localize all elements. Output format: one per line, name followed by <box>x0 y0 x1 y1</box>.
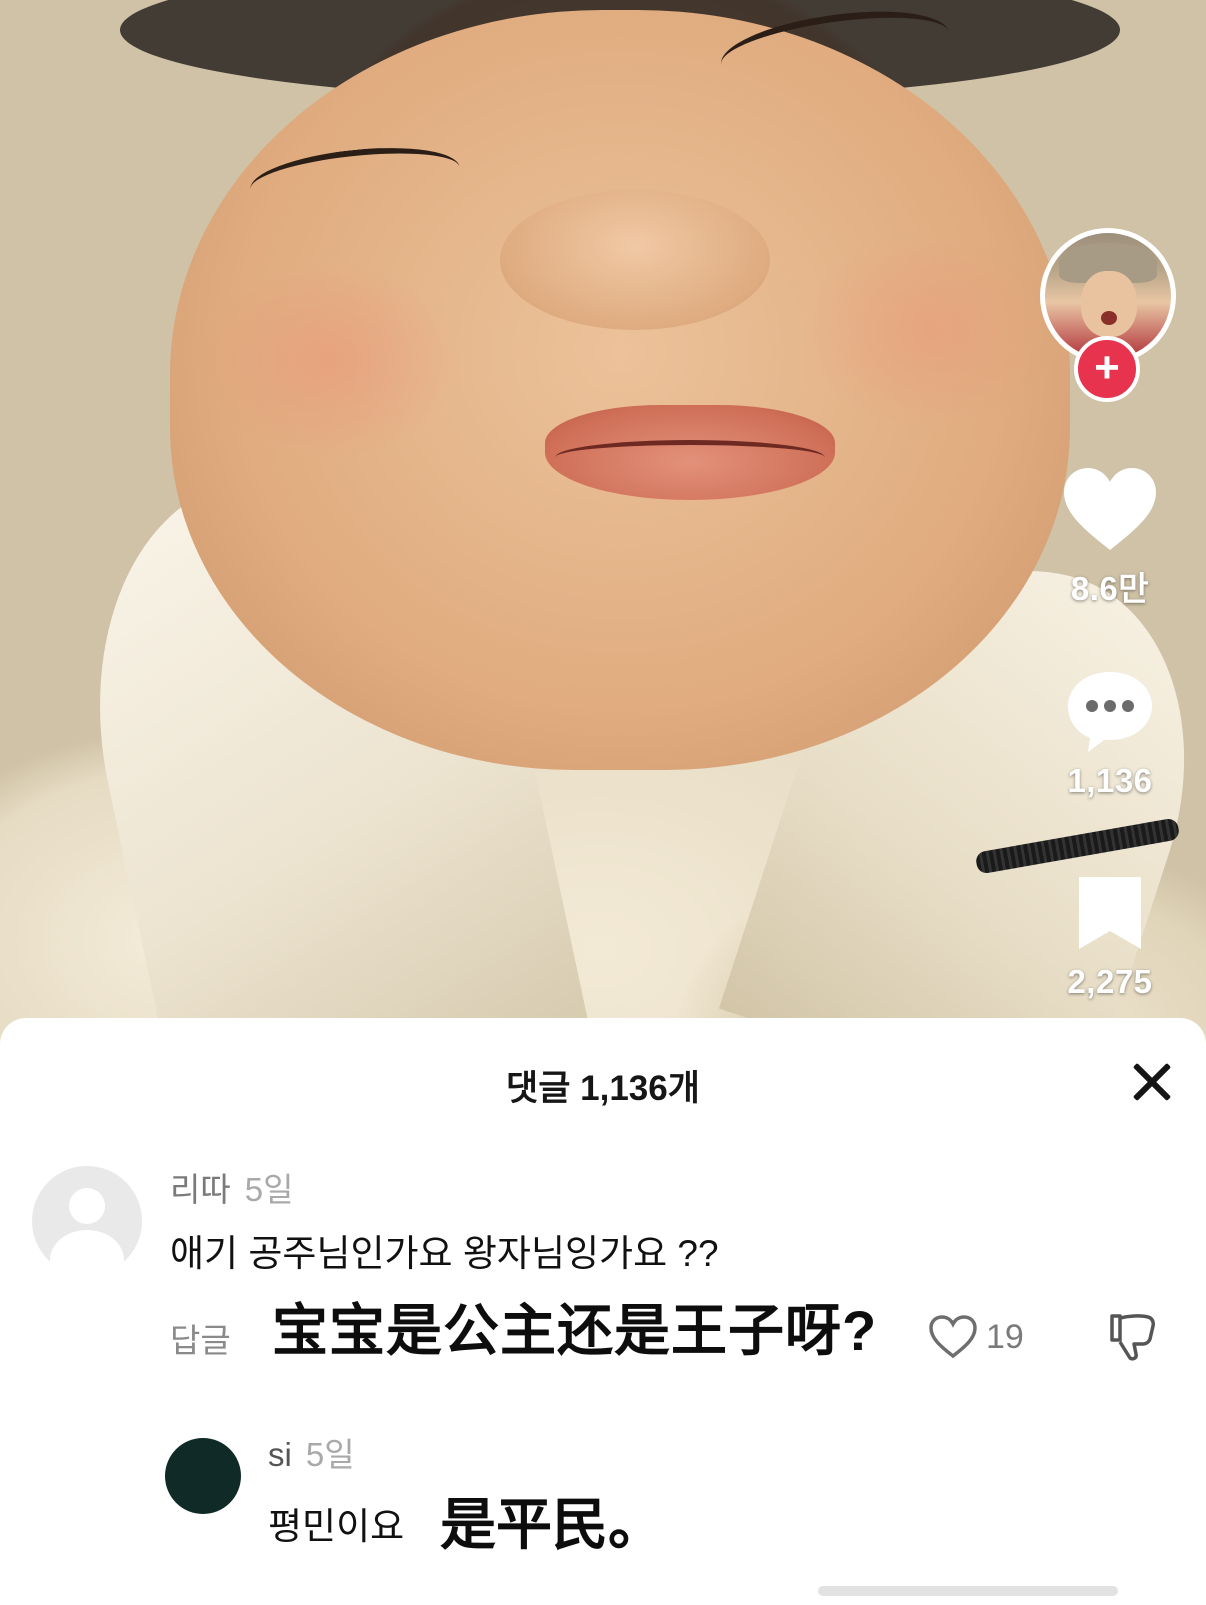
comment-action[interactable]: 1,136 <box>1040 668 1180 800</box>
sheet-scroll-indicator[interactable] <box>818 1586 1118 1596</box>
like-count: 8.6만 <box>1070 570 1150 607</box>
comment-username-row: 리따 5일 <box>170 1163 293 1211</box>
follow-button[interactable]: + <box>1074 336 1140 402</box>
comment-like-count: 19 <box>986 1317 1024 1356</box>
thumbs-down-icon[interactable] <box>1106 1312 1158 1367</box>
cheek-left <box>200 260 460 460</box>
reply-username-row: si 5일 <box>268 1428 355 1476</box>
comment-like-button[interactable]: 19 <box>928 1314 1024 1360</box>
comment-avatar[interactable] <box>32 1166 142 1276</box>
save-action[interactable]: 2,275 <box>1040 873 1180 1001</box>
comment-sheet-title: 댓글 1,136개 <box>506 1069 700 1108</box>
comment-username[interactable]: 리따 <box>170 1171 231 1208</box>
comment-bubble-icon <box>1068 672 1152 752</box>
reply-text: 평민이요 <box>268 1506 405 1547</box>
comment-count: 1,136 <box>1067 762 1153 799</box>
reply-avatar[interactable] <box>165 1438 241 1514</box>
reply-username[interactable]: si <box>268 1436 292 1473</box>
video-frame[interactable] <box>0 0 1206 1060</box>
close-icon[interactable] <box>1130 1060 1174 1104</box>
cheek-right <box>800 230 1060 430</box>
translation-overlay: 宝宝是公主还是王子呀? <box>272 1299 878 1362</box>
bookmark-icon <box>1079 877 1141 949</box>
like-action[interactable]: 8.6만 <box>1040 466 1180 610</box>
nose <box>500 190 770 330</box>
reply-button[interactable]: 답글 <box>170 1314 231 1362</box>
comment-sheet: 댓글 1,136개 리따 5일 애기 공주님인가요 왕자님잉가요 ?? 답글 宝宝… <box>0 1018 1206 1605</box>
heart-outline-icon <box>929 1315 977 1359</box>
reply-translation-overlay: 是平民。 <box>440 1493 664 1556</box>
reply-time: 5일 <box>305 1436 355 1473</box>
mouth-line <box>555 440 825 475</box>
heart-icon <box>1064 468 1156 550</box>
save-count: 2,275 <box>1067 963 1153 1000</box>
comment-text: 애기 공주님인가요 왕자님잉가요 ?? <box>170 1233 719 1274</box>
comment-time: 5일 <box>244 1171 294 1208</box>
